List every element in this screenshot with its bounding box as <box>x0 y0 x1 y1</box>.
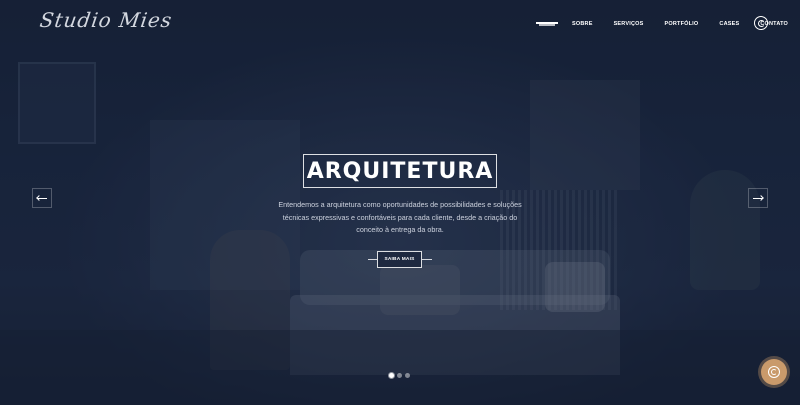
whatsapp-icon <box>768 366 780 378</box>
hamburger-icon[interactable] <box>536 20 558 28</box>
nav-sobre[interactable]: SOBRE <box>572 19 593 29</box>
hero-description: Entendemos a arquitetura como oportunida… <box>278 200 522 235</box>
slider-dots <box>389 373 413 378</box>
slide-dot[interactable] <box>405 373 410 378</box>
whatsapp-float-button[interactable] <box>761 359 787 385</box>
hero-slider: Studio Mies SOBRE SERVIÇOS PORTFÓLIO CAS… <box>0 0 800 405</box>
next-slide-button[interactable] <box>748 188 768 208</box>
prev-slide-button[interactable] <box>32 188 52 208</box>
slide-dot[interactable] <box>397 373 402 378</box>
nav-cases[interactable]: CASES <box>719 19 739 29</box>
saiba-mais-button[interactable]: SAIBA MAIS <box>377 251 422 268</box>
arrow-right-icon <box>753 197 763 199</box>
site-header: Studio Mies SOBRE SERVIÇOS PORTFÓLIO CAS… <box>0 0 800 50</box>
logo[interactable]: Studio Mies <box>38 8 174 32</box>
slide-dot[interactable] <box>389 373 394 378</box>
nav-portfolio[interactable]: PORTFÓLIO <box>665 19 699 29</box>
whatsapp-icon[interactable] <box>754 16 768 30</box>
hero-title-box: ARQUITETURA <box>303 154 497 188</box>
hero-title: ARQUITETURA <box>306 158 494 184</box>
arrow-left-icon <box>37 197 47 199</box>
nav-servicos[interactable]: SERVIÇOS <box>614 19 644 29</box>
